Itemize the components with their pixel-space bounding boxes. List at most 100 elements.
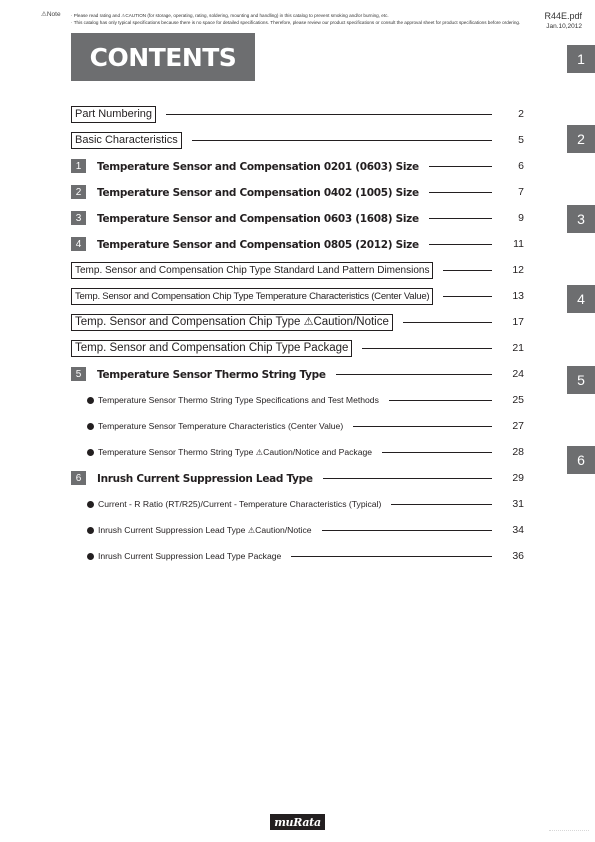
footer-faint-text: [549, 830, 589, 831]
toc-section-2[interactable]: 2 Temperature Sensor and Compensation 04…: [71, 184, 524, 200]
note-label: ⚠Note: [41, 11, 61, 18]
toc-leader-line: [291, 555, 492, 557]
toc-entry-label[interactable]: Temp. Sensor and Compensation Chip Type …: [71, 287, 434, 305]
side-tab-5[interactable]: 5: [567, 366, 595, 394]
toc-page-number: 31: [512, 498, 524, 510]
toc-page-number: 13: [512, 290, 524, 302]
side-tab-1[interactable]: 1: [567, 45, 595, 73]
toc-entry-land-pattern[interactable]: Temp. Sensor and Compensation Chip Type …: [71, 261, 524, 279]
caution-icon: ⚠: [303, 315, 314, 328]
toc-entry-label[interactable]: Temp. Sensor and Compensation Chip Type …: [71, 261, 434, 279]
toc-leader-line: [388, 399, 492, 401]
toc-subentry-label[interactable]: Temperature Sensor Thermo String Type Sp…: [98, 395, 379, 405]
section-number-badge: 3: [71, 211, 86, 225]
document-id: R44E.pdf: [544, 11, 582, 21]
toc-page-number: 9: [518, 212, 524, 224]
toc-subentry-label[interactable]: Inrush Current Suppression Lead Type Pac…: [98, 551, 281, 561]
toc-subentry[interactable]: Current - R Ratio (RT/R25)/Current - Tem…: [87, 497, 524, 511]
toc-entry-temp-characteristics[interactable]: Temp. Sensor and Compensation Chip Type …: [71, 287, 524, 305]
toc-leader-line: [402, 321, 492, 323]
note-line-2: · This catalog has only typical specific…: [71, 20, 521, 25]
toc-section-title[interactable]: Temperature Sensor and Compensation 0603…: [97, 213, 419, 225]
section-number-badge: 4: [71, 237, 86, 251]
bullet-icon: [87, 552, 94, 560]
label-post: Caution/Notice: [255, 525, 312, 535]
label-pre: Temperature Sensor Thermo String Type: [98, 447, 256, 457]
toc-subentry[interactable]: Inrush Current Suppression Lead Type Pac…: [87, 549, 524, 563]
toc-page-number: 17: [512, 316, 524, 328]
toc-leader-line: [335, 373, 492, 375]
toc-subentry-label[interactable]: Current - R Ratio (RT/R25)/Current - Tem…: [98, 499, 381, 509]
toc-page-number: 29: [512, 472, 524, 484]
label-post: Caution/Notice and Package: [263, 447, 373, 457]
toc-section-3[interactable]: 3 Temperature Sensor and Compensation 06…: [71, 210, 524, 226]
toc-leader-line: [428, 165, 492, 167]
toc-leader-line: [428, 243, 492, 245]
side-tab-3[interactable]: 3: [567, 205, 595, 233]
toc-leader-line: [443, 269, 492, 271]
document-date: Jan.10,2012: [546, 23, 582, 30]
bullet-icon: [87, 500, 94, 508]
toc-page-number: 7: [518, 186, 524, 198]
toc-section-title[interactable]: Temperature Sensor and Compensation 0201…: [97, 161, 419, 173]
side-tab-6[interactable]: 6: [567, 446, 595, 474]
toc-section-title[interactable]: Temperature Sensor and Compensation 0805…: [97, 239, 419, 251]
toc-subentry[interactable]: Temperature Sensor Temperature Character…: [87, 419, 524, 433]
toc-section-title[interactable]: Temperature Sensor Thermo String Type: [97, 369, 326, 381]
side-tab-2[interactable]: 2: [567, 125, 595, 153]
toc-leader-line: [166, 113, 492, 115]
toc-page-number: 28: [512, 446, 524, 458]
bullet-icon: [87, 448, 94, 456]
section-number-badge: 5: [71, 367, 86, 381]
toc-leader-line: [391, 503, 492, 505]
toc-section-title[interactable]: Temperature Sensor and Compensation 0402…: [97, 187, 419, 199]
label-pre: Inrush Current Suppression Lead Type: [98, 525, 248, 535]
toc-leader-line: [322, 477, 492, 479]
toc-leader-line: [428, 217, 492, 219]
toc-section-title[interactable]: Inrush Current Suppression Lead Type: [97, 473, 313, 485]
toc-page-number: 24: [512, 368, 524, 380]
toc-subentry-label[interactable]: Inrush Current Suppression Lead Type ⚠Ca…: [98, 525, 312, 535]
toc-page-number: 2: [518, 108, 524, 120]
toc-section-6[interactable]: 6 Inrush Current Suppression Lead Type 2…: [71, 470, 524, 486]
toc-page-number: 6: [518, 160, 524, 172]
toc-page-number: 5: [518, 134, 524, 146]
toc-leader-line: [382, 451, 492, 453]
toc-page-number: 11: [513, 238, 524, 250]
toc-leader-line: [321, 529, 492, 531]
toc-page-number: 36: [512, 550, 524, 562]
toc-entry-chip-caution[interactable]: Temp. Sensor and Compensation Chip Type …: [71, 313, 524, 331]
toc-entry-label[interactable]: Basic Characteristics: [71, 131, 182, 149]
toc-page-number: 12: [512, 264, 524, 276]
section-number-badge: 2: [71, 185, 86, 199]
toc-subentry[interactable]: Temperature Sensor Thermo String Type ⚠C…: [87, 445, 524, 459]
toc-section-5[interactable]: 5 Temperature Sensor Thermo String Type …: [71, 366, 524, 382]
section-number-badge: 6: [71, 471, 86, 485]
toc-entry-chip-package[interactable]: Temp. Sensor and Compensation Chip Type …: [71, 339, 524, 357]
toc-page-number: 25: [512, 394, 524, 406]
toc-entry-basic-characteristics[interactable]: Basic Characteristics 5: [71, 131, 524, 149]
toc-section-1[interactable]: 1 Temperature Sensor and Compensation 02…: [71, 158, 524, 174]
label-post: Caution/Notice: [313, 315, 389, 328]
bullet-icon: [87, 396, 94, 404]
toc-leader-line: [353, 425, 492, 427]
bullet-icon: [87, 422, 94, 430]
toc-subentry[interactable]: Inrush Current Suppression Lead Type ⚠Ca…: [87, 523, 524, 537]
toc-section-4[interactable]: 4 Temperature Sensor and Compensation 08…: [71, 236, 524, 252]
toc-page-number: 27: [512, 420, 524, 432]
toc-subentry-label[interactable]: Temperature Sensor Temperature Character…: [98, 421, 343, 431]
bullet-icon: [87, 526, 94, 534]
toc-leader-line: [191, 139, 492, 141]
toc-entry-label[interactable]: Part Numbering: [71, 105, 157, 123]
side-tab-4[interactable]: 4: [567, 285, 595, 313]
caution-icon: ⚠: [255, 448, 264, 457]
note-line-1: · Please read rating and ⚠CAUTION (for s…: [71, 13, 389, 18]
toc-entry-label[interactable]: Temp. Sensor and Compensation Chip Type …: [71, 339, 353, 357]
toc-subentry[interactable]: Temperature Sensor Thermo String Type Sp…: [87, 393, 524, 407]
toc-subentry-label[interactable]: Temperature Sensor Thermo String Type ⚠C…: [98, 447, 372, 457]
toc-leader-line: [428, 191, 492, 193]
toc-entry-label[interactable]: Temp. Sensor and Compensation Chip Type …: [71, 313, 393, 331]
toc-page-number: 21: [512, 342, 524, 354]
toc-entry-part-numbering[interactable]: Part Numbering 2: [71, 105, 524, 123]
toc-page-number: 34: [512, 524, 524, 536]
